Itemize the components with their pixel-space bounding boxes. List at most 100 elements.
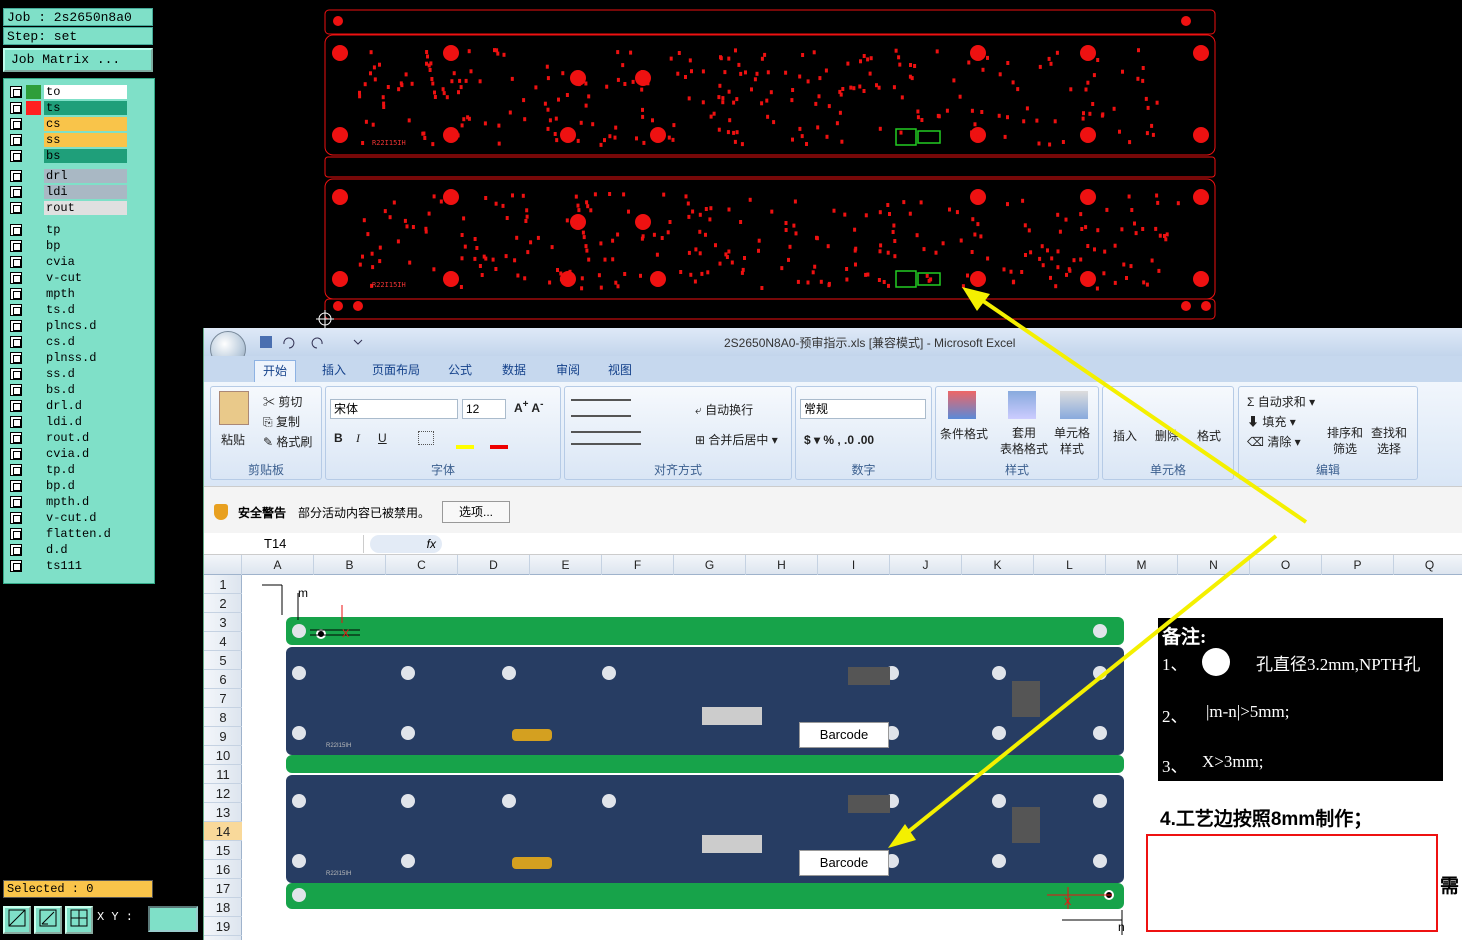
row-header-6[interactable]: 6: [204, 670, 242, 689]
layer-checkbox[interactable]: [10, 352, 22, 364]
column-header-M[interactable]: M: [1106, 555, 1178, 575]
column-header-O[interactable]: O: [1250, 555, 1322, 575]
row-header-9[interactable]: 9: [204, 727, 242, 746]
select-all-corner[interactable]: [204, 555, 242, 575]
layer-checkbox[interactable]: [10, 448, 22, 460]
layer-checkbox[interactable]: [10, 512, 22, 524]
layer-row-cs.d[interactable]: cs.d: [8, 335, 127, 350]
layer-row-rout.d[interactable]: rout.d: [8, 431, 127, 446]
column-header-P[interactable]: P: [1322, 555, 1394, 575]
font-name-select[interactable]: 宋体: [330, 399, 458, 419]
horizontal-align-icon[interactable]: [571, 431, 641, 445]
name-box[interactable]: T14: [208, 535, 364, 553]
layer-row-ss[interactable]: ss: [8, 133, 127, 148]
row-header-13[interactable]: 13: [204, 803, 242, 822]
tab-6[interactable]: 视图: [600, 360, 640, 382]
row-header-11[interactable]: 11: [204, 765, 242, 784]
layer-row-cvia[interactable]: cvia: [8, 255, 127, 270]
layer-checkbox[interactable]: [10, 368, 22, 380]
measure-button[interactable]: [34, 906, 62, 934]
layer-row-cvia.d[interactable]: cvia.d: [8, 447, 127, 462]
row-header-8[interactable]: 8: [204, 708, 242, 727]
layer-checkbox[interactable]: [10, 336, 22, 348]
layer-name[interactable]: ldi: [44, 185, 127, 199]
number-format-buttons[interactable]: $ ▾ % , .0 .00: [804, 433, 874, 447]
layer-checkbox[interactable]: [10, 240, 22, 252]
row-header-7[interactable]: 7: [204, 689, 242, 708]
table-format-button[interactable]: 套用 表格格式: [1000, 425, 1048, 457]
layer-checkbox[interactable]: [10, 134, 22, 146]
layer-checkbox[interactable]: [10, 288, 22, 300]
layer-name[interactable]: cvia: [44, 255, 127, 269]
layer-name[interactable]: d.d: [44, 543, 127, 557]
format-painter-button[interactable]: ✎ 格式刷: [263, 433, 312, 450]
row-header-5[interactable]: 5: [204, 651, 242, 670]
bold-button[interactable]: B: [334, 431, 343, 445]
border-icon[interactable]: [418, 431, 434, 445]
layer-name[interactable]: cs: [44, 117, 127, 131]
layer-name[interactable]: ldi.d: [44, 415, 127, 429]
tab-4[interactable]: 数据: [494, 360, 534, 382]
column-header-H[interactable]: H: [746, 555, 818, 575]
column-header-N[interactable]: N: [1178, 555, 1250, 575]
layer-row-v-cut.d[interactable]: v-cut.d: [8, 511, 127, 526]
cell-styles-button[interactable]: 单元格 样式: [1054, 425, 1090, 457]
row-header-12[interactable]: 12: [204, 784, 242, 803]
column-header-G[interactable]: G: [674, 555, 746, 575]
layer-row-cs[interactable]: cs: [8, 117, 127, 132]
row-header-2[interactable]: 2: [204, 594, 242, 613]
sort-filter-button[interactable]: 排序和 筛选: [1327, 425, 1363, 457]
job-matrix-button[interactable]: Job Matrix ...: [3, 48, 153, 72]
layer-row-bs.d[interactable]: bs.d: [8, 383, 127, 398]
layer-name[interactable]: bp.d: [44, 479, 127, 493]
layer-row-ss.d[interactable]: ss.d: [8, 367, 127, 382]
layer-name[interactable]: v-cut.d: [44, 511, 127, 525]
layer-name[interactable]: plnss.d: [44, 351, 127, 365]
layer-row-mpth.d[interactable]: mpth.d: [8, 495, 127, 510]
row-header-14[interactable]: 14: [204, 822, 242, 841]
layer-row-v-cut[interactable]: v-cut: [8, 271, 127, 286]
column-header-B[interactable]: B: [314, 555, 386, 575]
row-header-19[interactable]: 19: [204, 917, 242, 936]
layer-name[interactable]: mpth.d: [44, 495, 127, 509]
conditional-format-button[interactable]: 条件格式: [940, 425, 988, 442]
layer-row-drl[interactable]: drl: [8, 169, 127, 184]
column-header-D[interactable]: D: [458, 555, 530, 575]
insert-cells-button[interactable]: 插入: [1113, 427, 1137, 444]
layer-row-to[interactable]: to: [8, 85, 127, 100]
delete-cells-button[interactable]: 删除: [1155, 427, 1179, 444]
pcb-picture[interactable]: m X X n R22I15IH R22I15IH Barcode Barcod…: [242, 575, 1142, 940]
layer-name[interactable]: drl: [44, 169, 127, 183]
layer-name[interactable]: ts.d: [44, 303, 127, 317]
layer-name[interactable]: tp: [44, 223, 127, 237]
column-header-E[interactable]: E: [530, 555, 602, 575]
layer-checkbox[interactable]: [10, 400, 22, 412]
layer-name[interactable]: rout: [44, 201, 127, 215]
layer-name[interactable]: bp: [44, 239, 127, 253]
layer-name[interactable]: drl.d: [44, 399, 127, 413]
italic-button[interactable]: I: [356, 431, 360, 446]
tab-3[interactable]: 公式: [440, 360, 480, 382]
layer-name[interactable]: cvia.d: [44, 447, 127, 461]
wrap-text-button[interactable]: ⤶ 自动换行: [695, 401, 753, 418]
layer-row-bp.d[interactable]: bp.d: [8, 479, 127, 494]
layer-row-bp[interactable]: bp: [8, 239, 127, 254]
tab-5[interactable]: 审阅: [548, 360, 588, 382]
layer-name[interactable]: flatten.d: [44, 527, 127, 541]
layer-row-tp.d[interactable]: tp.d: [8, 463, 127, 478]
row-header-18[interactable]: 18: [204, 898, 242, 917]
layer-name[interactable]: tp.d: [44, 463, 127, 477]
paste-button[interactable]: 粘贴: [221, 431, 245, 448]
number-format-select[interactable]: 常规: [800, 399, 926, 419]
layer-row-plncs.d[interactable]: plncs.d: [8, 319, 127, 334]
layer-checkbox[interactable]: [10, 544, 22, 556]
fill-button[interactable]: ⬇ 填充 ▾: [1247, 413, 1296, 430]
underline-button[interactable]: U: [378, 431, 387, 445]
column-header-L[interactable]: L: [1034, 555, 1106, 575]
row-header-3[interactable]: 3: [204, 613, 242, 632]
row-header-15[interactable]: 15: [204, 841, 242, 860]
row-header-10[interactable]: 10: [204, 746, 242, 765]
layer-row-tp[interactable]: tp: [8, 223, 127, 238]
layer-name[interactable]: plncs.d: [44, 319, 127, 333]
worksheet[interactable]: ABCDEFGHIJKLMNOPQ 1 2 3 4 5 6 7 8 9 10 11 12 13 14 15 1…: [204, 555, 1462, 940]
